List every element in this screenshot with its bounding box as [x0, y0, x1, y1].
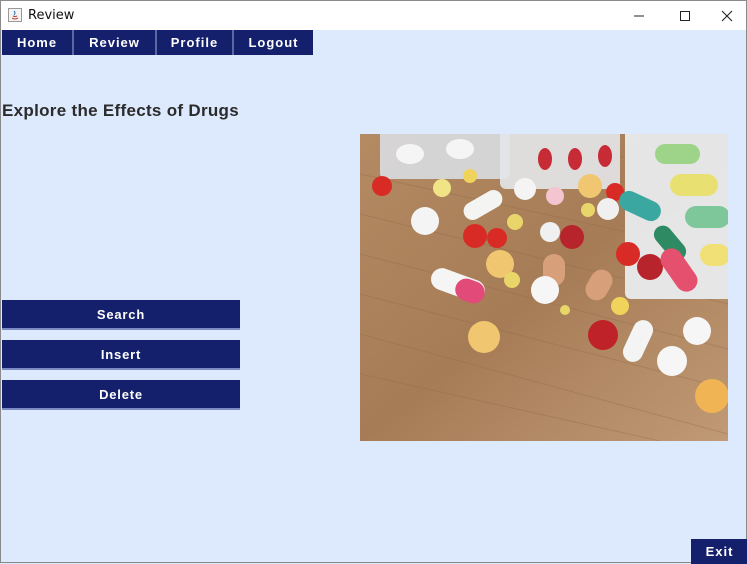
close-icon [721, 10, 733, 22]
minimize-button[interactable] [616, 1, 662, 30]
menu-logout[interactable]: Logout [234, 30, 313, 55]
maximize-icon [680, 11, 690, 21]
menu-bar: Home Review Profile Logout [2, 30, 313, 55]
insert-button[interactable]: Insert [2, 340, 240, 370]
menu-review[interactable]: Review [74, 30, 157, 55]
close-button[interactable] [704, 1, 747, 30]
delete-button[interactable]: Delete [2, 380, 240, 410]
maximize-button[interactable] [662, 1, 708, 30]
app-window: Review Home Review Profile Logout Explor… [0, 0, 747, 564]
window-title: Review [28, 8, 75, 23]
page-heading: Explore the Effects of Drugs [2, 101, 239, 120]
pills-photo [360, 134, 728, 441]
minimize-icon [634, 15, 644, 17]
exit-button[interactable]: Exit [691, 539, 747, 564]
menu-profile[interactable]: Profile [157, 30, 234, 55]
menu-home[interactable]: Home [2, 30, 74, 55]
search-button[interactable]: Search [2, 300, 240, 330]
java-app-icon [8, 8, 22, 22]
title-bar: Review [1, 1, 746, 30]
